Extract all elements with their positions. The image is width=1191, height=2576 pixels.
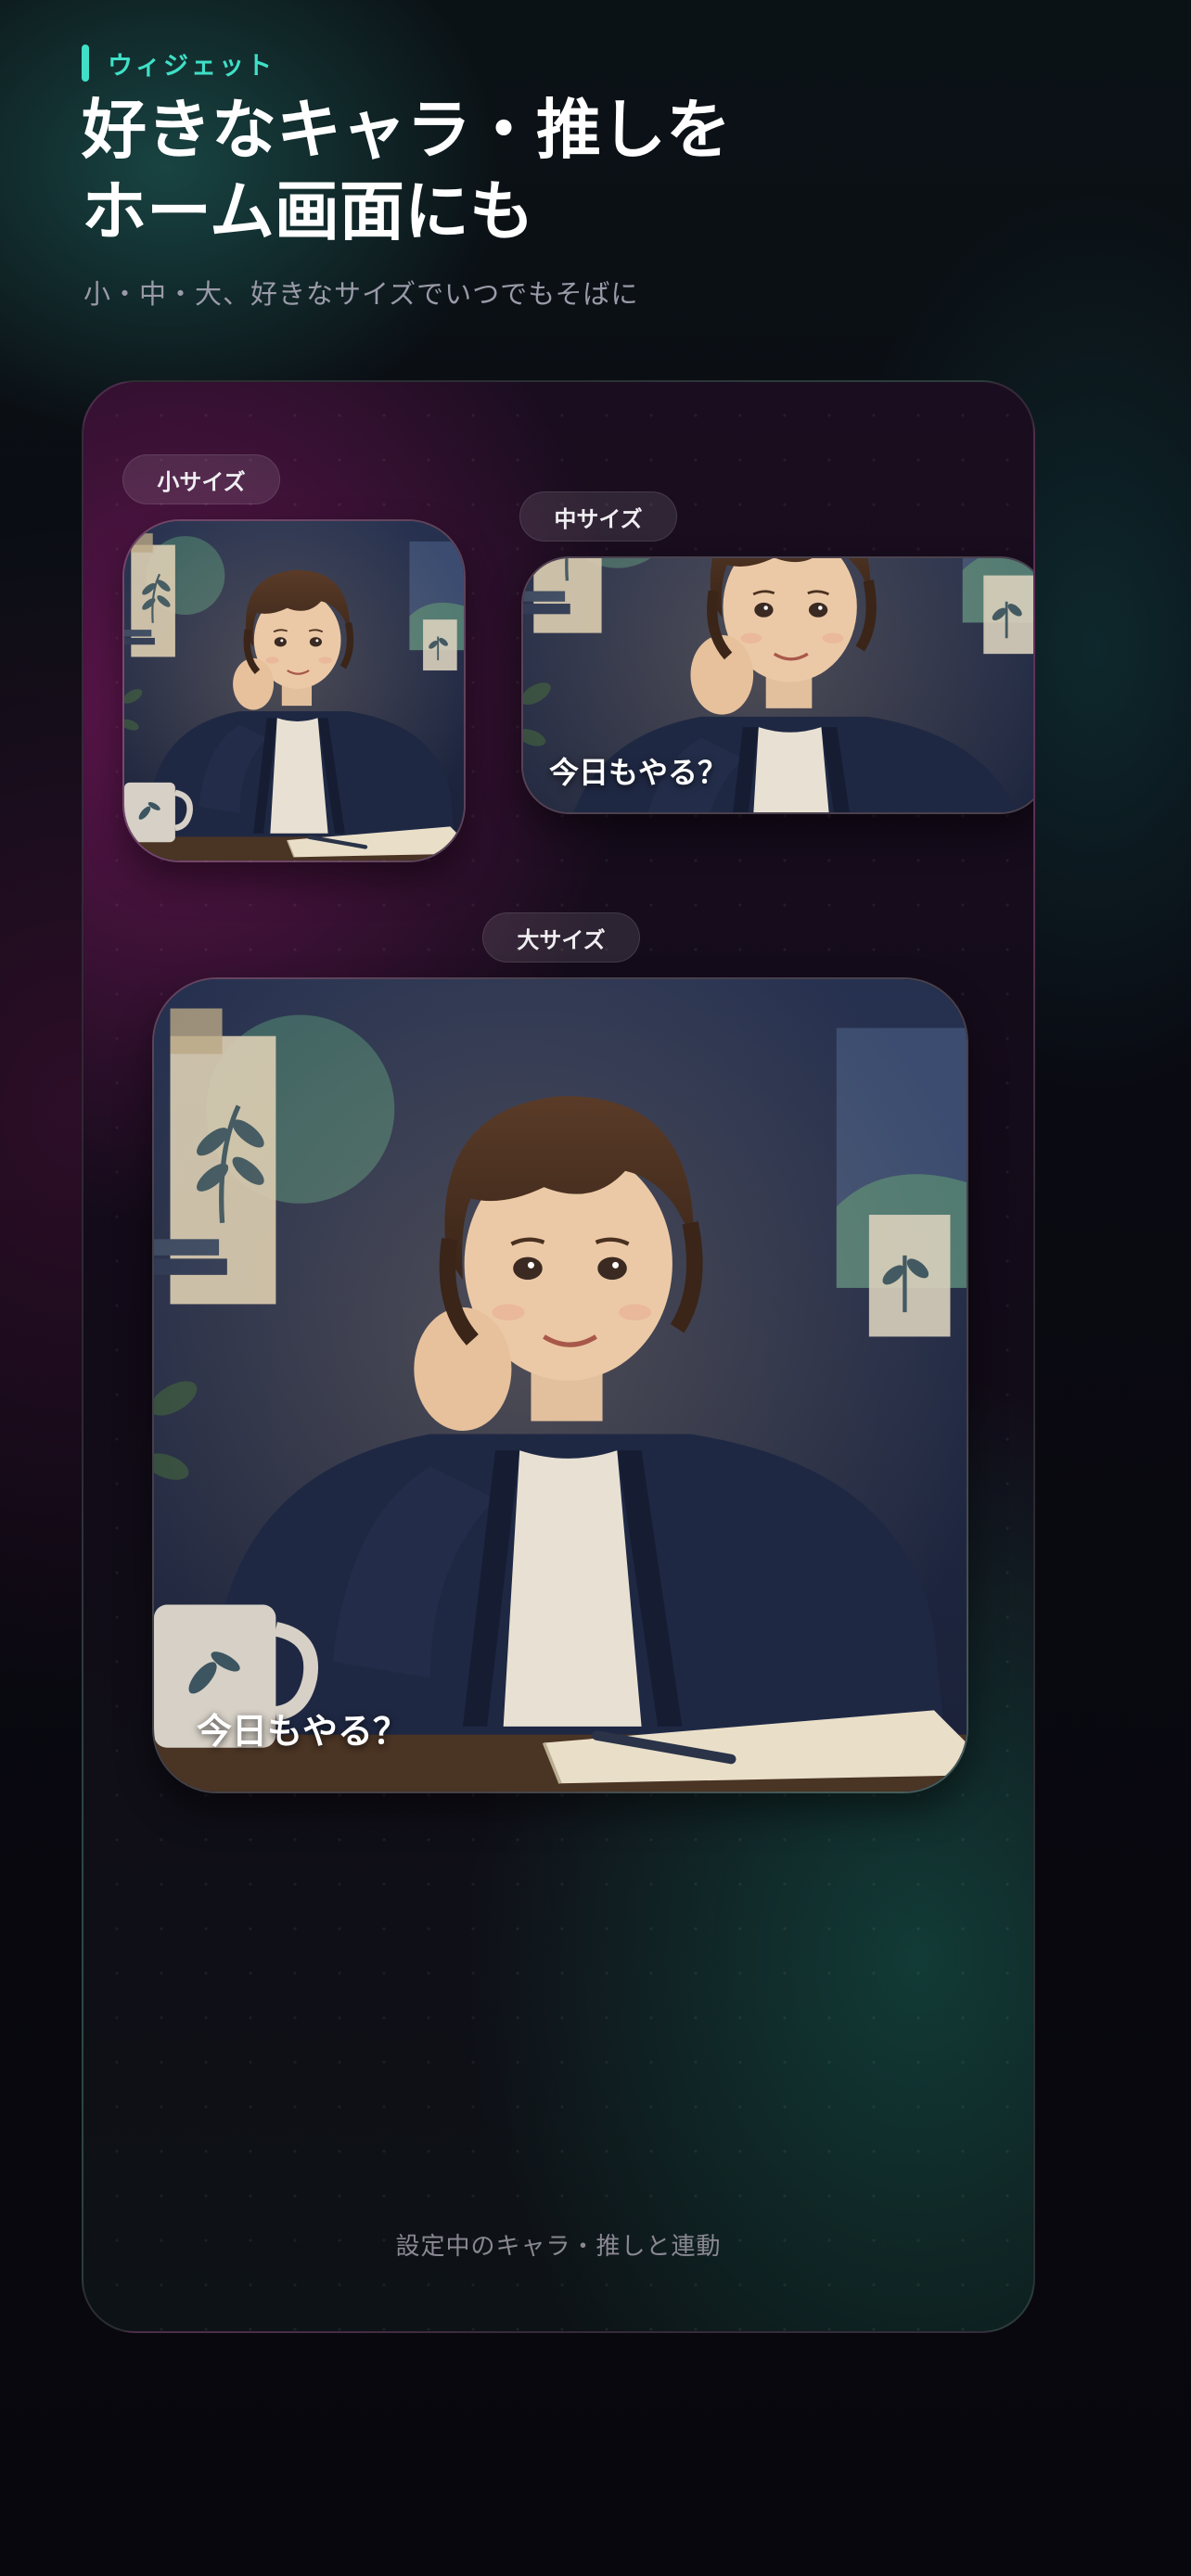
widget-caption: 今日もやる？ <box>549 755 728 790</box>
sync-note: 設定中のキャラ・推しと連動 <box>395 2233 722 2261</box>
small-widget <box>122 519 466 862</box>
widget-preview-panel: 小サイズ 中サイズ 今日もやる？ 大サイズ 今日もやる？ 設定中のキャラ・推しと… <box>82 380 1035 2333</box>
section-eyebrow: ウィジェット <box>82 45 275 82</box>
small-size-chip: 小サイズ <box>122 454 280 504</box>
large-size-chip: 大サイズ <box>482 912 640 963</box>
accent-bar-icon <box>82 45 89 82</box>
page-title-line-1: 好きなキャラ・推しを <box>82 92 731 168</box>
page-title-line-2: ホーム画面にも <box>82 173 534 249</box>
large-widget: 今日もやる？ <box>152 977 968 1793</box>
page-title: 好きなキャラ・推しを ホーム画面にも <box>82 89 916 252</box>
medium-size-chip: 中サイズ <box>519 491 677 542</box>
character-illustration <box>124 521 464 861</box>
medium-widget: 今日もやる？ <box>521 556 1033 814</box>
character-illustration <box>154 979 967 1792</box>
eyebrow-label: ウィジェット <box>108 51 275 81</box>
page-subtitle: 小・中・大、好きなサイズでいつでもそばに <box>83 278 639 310</box>
widget-caption: 今日もやる？ <box>197 1711 409 1752</box>
